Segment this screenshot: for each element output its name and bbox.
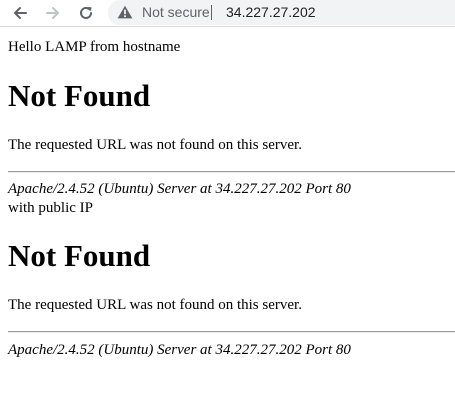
address-bar[interactable]: Not secure 34.227.27.202: [108, 0, 455, 25]
forward-button[interactable]: [43, 3, 63, 23]
error-heading: Not Found: [8, 78, 151, 113]
greeting-text: Hello LAMP from hostname: [8, 39, 181, 55]
back-arrow-icon: [14, 7, 27, 19]
forward-arrow-icon: [46, 7, 59, 19]
error-message: The requested URL was not found on this …: [8, 137, 302, 153]
horizontal-rule: [8, 171, 455, 173]
back-button[interactable]: [10, 3, 30, 23]
address-divider: [211, 5, 212, 20]
error-heading: Not Found: [8, 238, 151, 273]
browser-toolbar: Not secure 34.227.27.202: [0, 0, 455, 27]
security-status-label[interactable]: Not secure: [142, 4, 210, 20]
horizontal-rule: [8, 331, 455, 333]
reload-icon: [80, 6, 92, 19]
warning-triangle-icon[interactable]: [117, 5, 133, 19]
url-text[interactable]: 34.227.27.202: [226, 4, 316, 20]
error-message: The requested URL was not found on this …: [8, 297, 302, 313]
reload-button[interactable]: [76, 3, 96, 23]
public-ip-text: with public IP: [8, 200, 93, 216]
server-signature: Apache/2.4.52 (Ubuntu) Server at 34.227.…: [8, 342, 351, 358]
server-signature: Apache/2.4.52 (Ubuntu) Server at 34.227.…: [8, 181, 351, 197]
